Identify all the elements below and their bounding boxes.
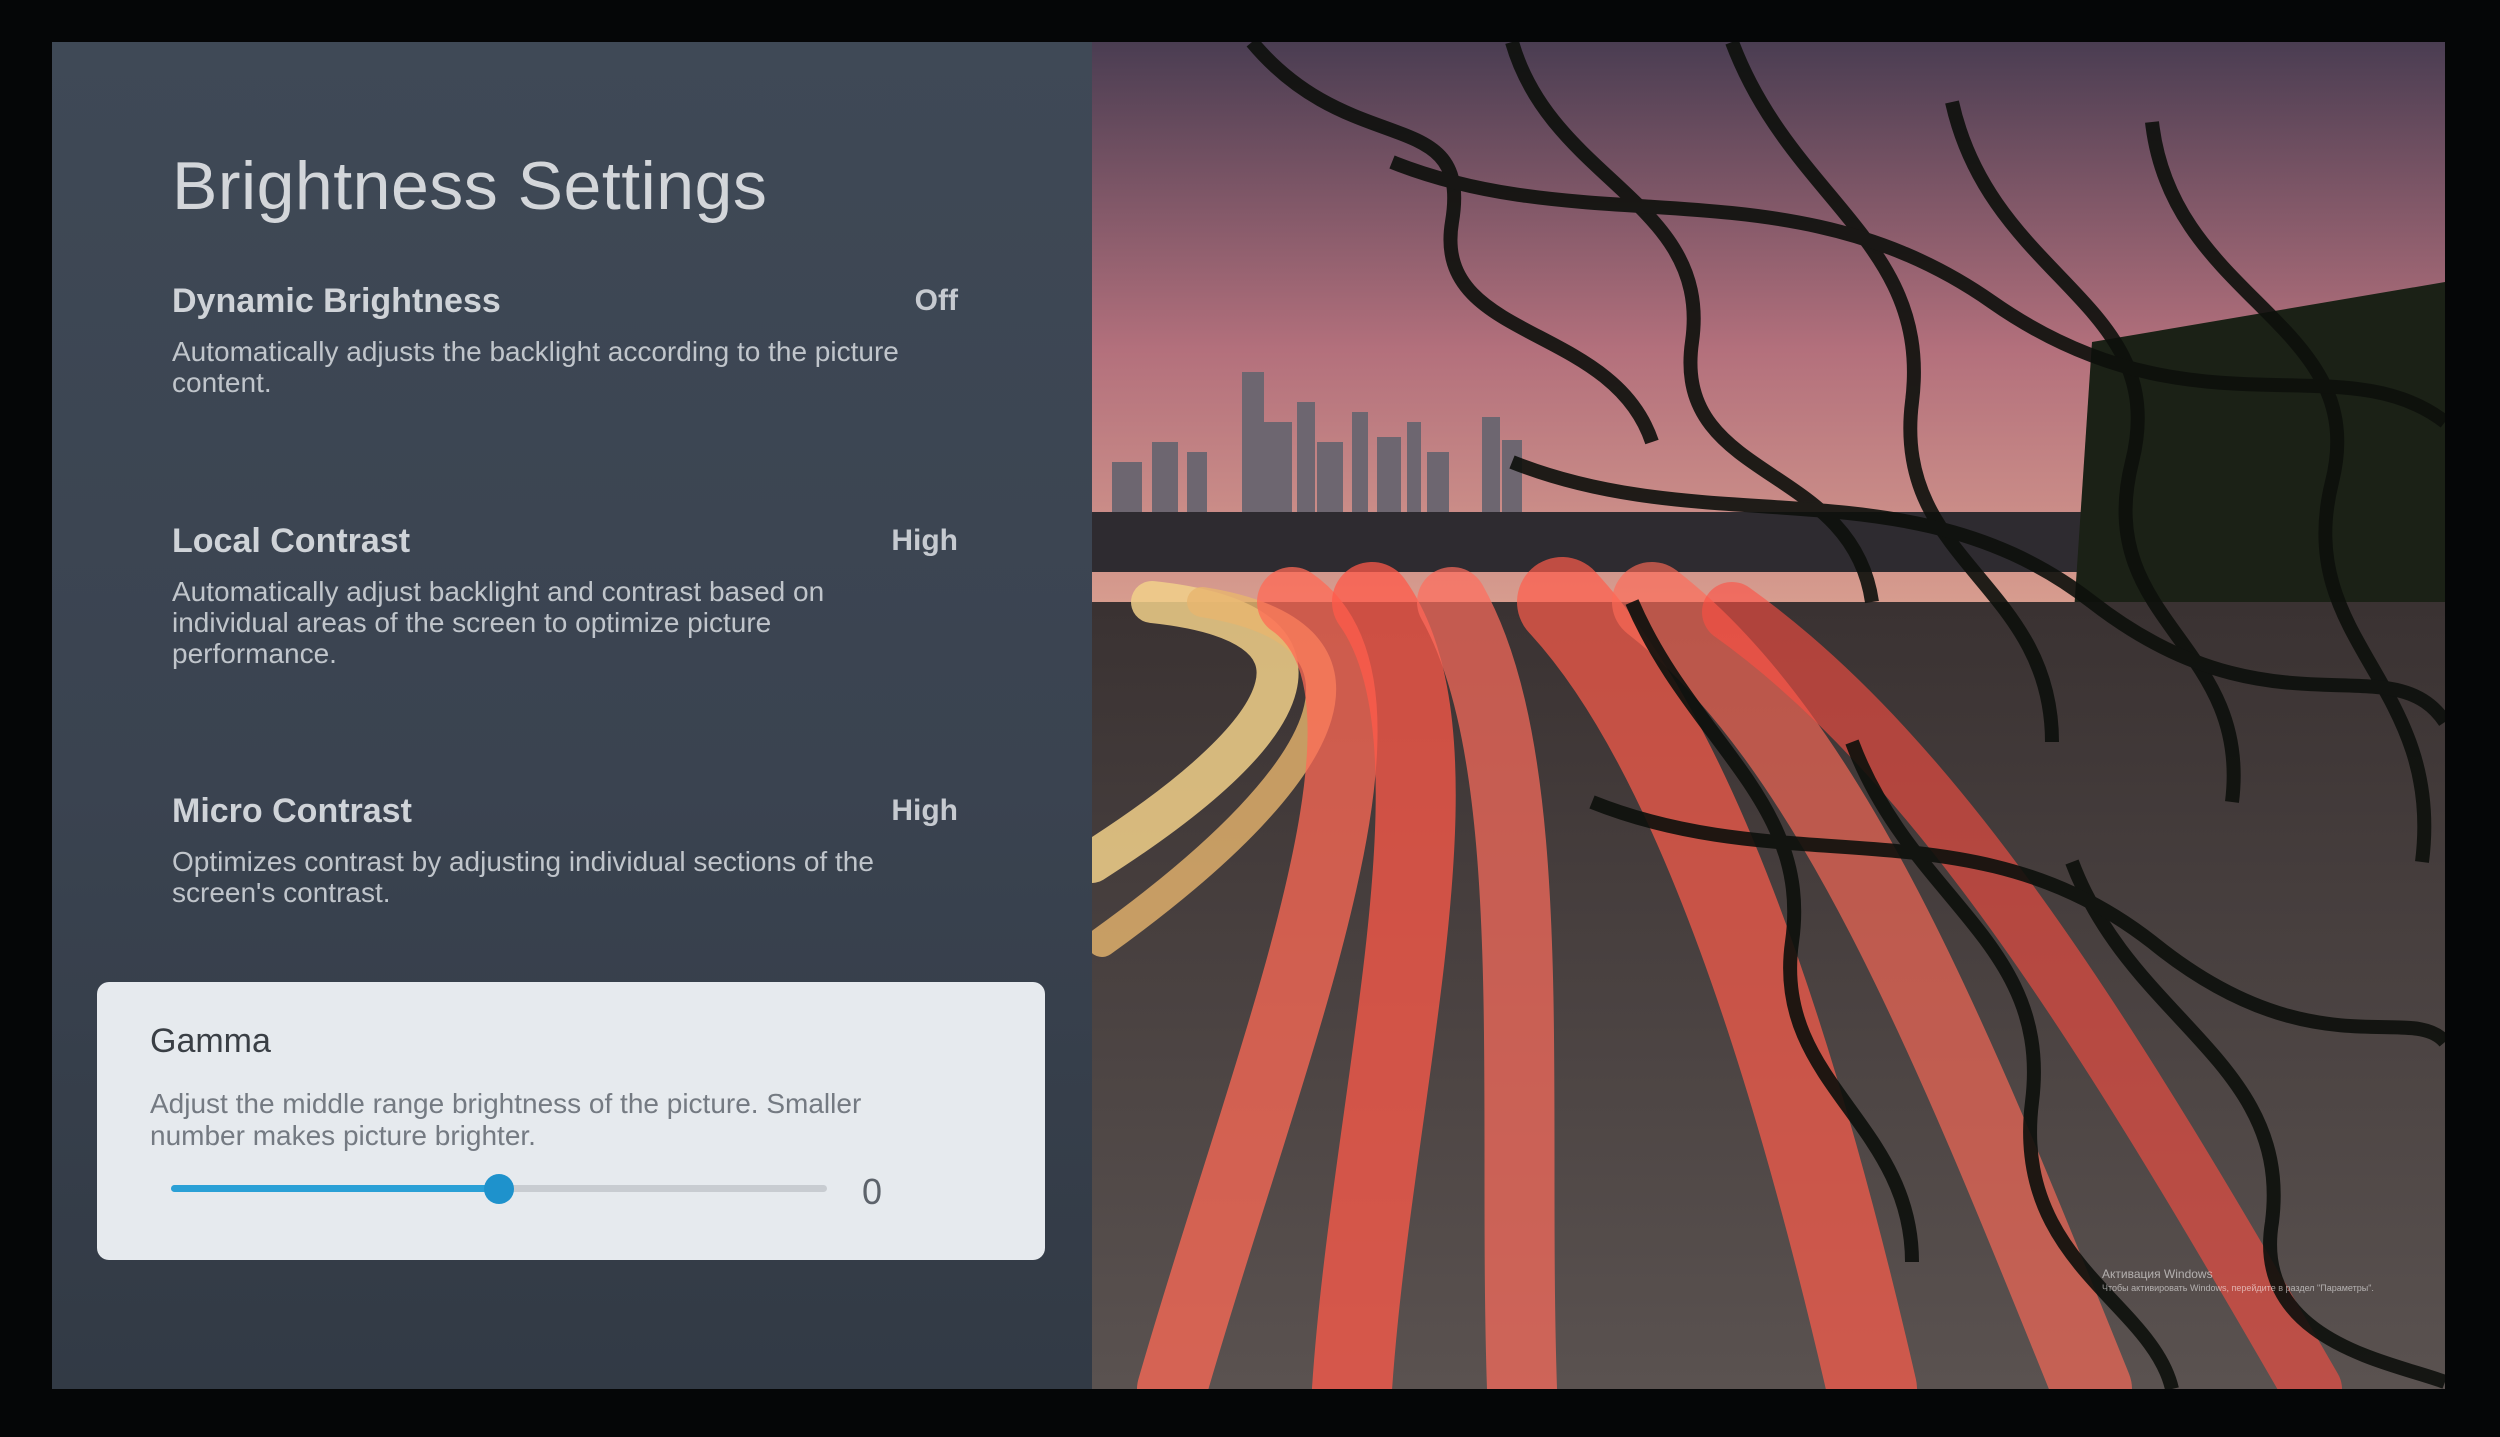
picture-preview-image [1092, 42, 2445, 1389]
page-title: Brightness Settings [172, 148, 768, 224]
gamma-slider-thumb[interactable] [484, 1174, 514, 1204]
gamma-slider[interactable] [171, 1174, 827, 1204]
windows-activation-watermark: Активация Windows Чтобы активировать Win… [2102, 1267, 2374, 1293]
gamma-value: 0 [862, 1171, 883, 1212]
gamma-label: Gamma [150, 1022, 271, 1060]
setting-description: Automatically adjust backlight and contr… [172, 576, 825, 669]
setting-name: Local Contrast [172, 522, 411, 560]
settings-panel: Brightness Settings Dynamic Brightness O… [52, 42, 1092, 1389]
setting-value: High [891, 524, 958, 557]
watermark-subtitle: Чтобы активировать Windows, перейдите в … [2102, 1283, 2374, 1293]
setting-description: Automatically adjusts the backlight acco… [172, 336, 899, 398]
watermark-title: Активация Windows [2102, 1267, 2213, 1281]
setting-description: Optimizes contrast by adjusting individu… [172, 846, 874, 908]
gamma-slider-fill [171, 1185, 499, 1192]
setting-name: Dynamic Brightness [172, 282, 501, 320]
tv-screen: Brightness Settings Dynamic Brightness O… [52, 42, 2445, 1389]
setting-value: Off [914, 284, 958, 317]
gamma-description: Adjust the middle range brightness of th… [150, 1088, 862, 1151]
gamma-setting-card[interactable]: Gamma Adjust the middle range brightness… [97, 982, 1045, 1260]
setting-name: Micro Contrast [172, 792, 412, 830]
setting-value: High [891, 794, 958, 827]
